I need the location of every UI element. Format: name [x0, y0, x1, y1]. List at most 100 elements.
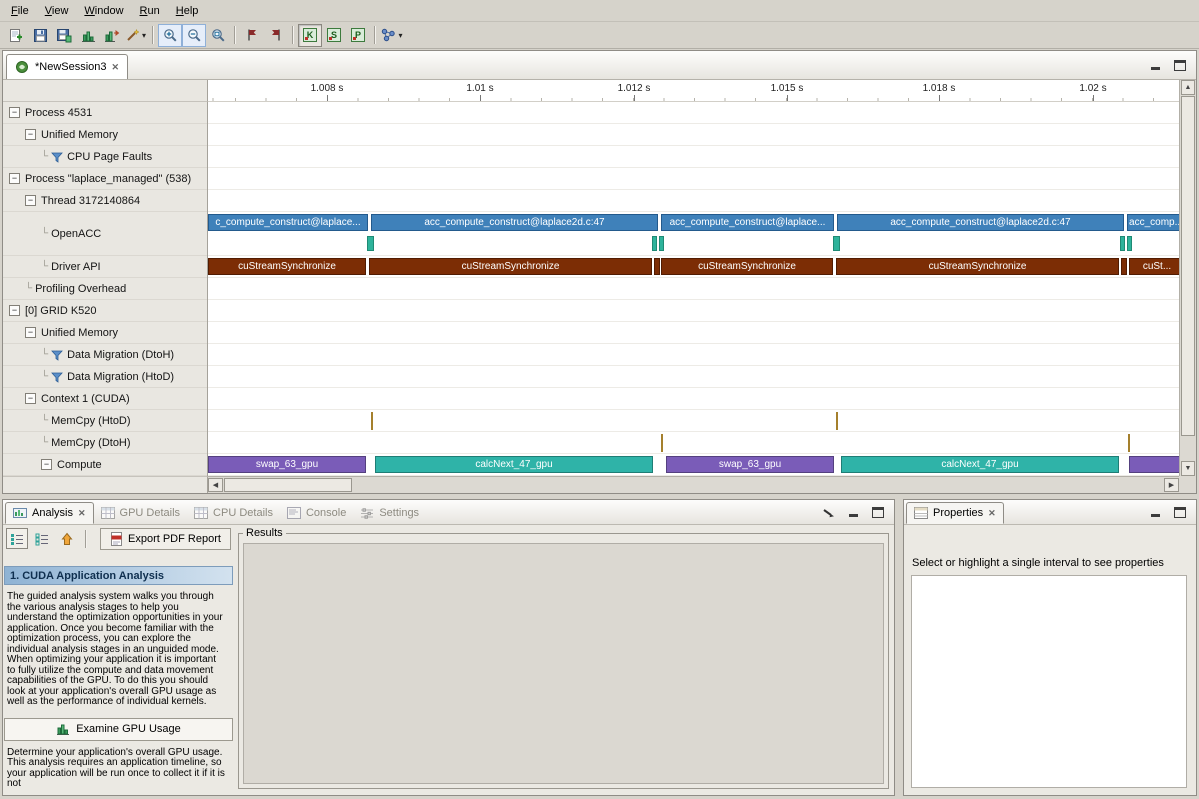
collapse-icon[interactable]: −	[25, 327, 36, 338]
tree-row-compute[interactable]: − Compute	[3, 454, 207, 476]
vertical-scrollbar[interactable]: ▲ ▼	[1179, 80, 1196, 476]
timeline-canvas[interactable]: c_compute_construct@laplace... acc_compu…	[208, 102, 1179, 476]
maximize-icon[interactable]	[1174, 60, 1186, 71]
tree-row-memcpy-htod[interactable]: └ MemCpy (HtoD)	[3, 410, 207, 432]
tree-row-data-migration-htod[interactable]: └ Data Migration (HtoD)	[3, 366, 207, 388]
tree-row-thread-3172140864[interactable]: − Thread 3172140864	[3, 190, 207, 212]
driver-api-interval[interactable]	[654, 258, 660, 275]
openacc-interval[interactable]: acc_compute_construct@laplace2d.c:47	[371, 214, 658, 231]
horizontal-scroll-thumb[interactable]	[224, 478, 352, 492]
filter-icon[interactable]	[51, 151, 63, 163]
kernel-interval[interactable]: swap_63_gpu	[208, 456, 366, 473]
kernel-interval[interactable]: calcNext_47_gpu	[375, 456, 653, 473]
tab-cpu-details[interactable]: CPU Details	[187, 502, 280, 524]
guided-mode-button[interactable]	[6, 528, 28, 549]
stream-highlight-toggle[interactable]: S	[322, 24, 346, 47]
export-pdf-button[interactable]: Export PDF Report	[100, 528, 231, 550]
export-report-button[interactable]	[100, 24, 124, 47]
scroll-down-icon[interactable]: ▼	[1181, 461, 1195, 476]
openacc-wait-interval[interactable]	[367, 236, 374, 251]
collapse-icon[interactable]: −	[9, 107, 20, 118]
driver-api-interval[interactable]: cuStreamSynchronize	[661, 258, 833, 275]
driver-api-interval[interactable]: cuStreamSynchronize	[208, 258, 366, 275]
openacc-interval[interactable]: c_compute_construct@laplace...	[208, 214, 368, 231]
tree-row-context-1-cuda[interactable]: − Context 1 (CUDA)	[3, 388, 207, 410]
tab-settings[interactable]: Settings	[353, 502, 426, 524]
tree-row-memcpy-dtoh[interactable]: └ MemCpy (DtoH)	[3, 432, 207, 454]
driver-api-interval[interactable]: cuStreamSynchronize	[836, 258, 1119, 275]
unguided-mode-button[interactable]	[31, 528, 53, 549]
scroll-up-icon[interactable]: ▲	[1181, 80, 1195, 95]
tree-row-driver-api[interactable]: └ Driver API	[3, 256, 207, 278]
tab-gpu-details[interactable]: GPU Details	[94, 502, 188, 524]
tree-row-openacc[interactable]: └ OpenACC	[3, 212, 207, 256]
kernel-interval[interactable]: swap_63_gpu	[666, 456, 834, 473]
tree-row-data-migration-dtoh[interactable]: └ Data Migration (DtoH)	[3, 344, 207, 366]
menu-window[interactable]: Window	[76, 2, 131, 20]
time-ruler[interactable]: 1.008 s 1.01 s 1.012 s 1.015 s 1.018 s 1…	[208, 80, 1179, 102]
configure-button[interactable]: ▾	[124, 24, 148, 47]
back-up-button[interactable]	[56, 528, 78, 549]
minimize-icon[interactable]	[1149, 507, 1162, 518]
memcpy-htod-interval[interactable]	[371, 412, 373, 430]
save-all-button[interactable]	[52, 24, 76, 47]
collapse-icon[interactable]: −	[25, 393, 36, 404]
openacc-wait-interval[interactable]	[1120, 236, 1125, 251]
maximize-icon[interactable]	[1174, 507, 1186, 518]
kernel-highlight-toggle[interactable]: K	[298, 24, 322, 47]
memcpy-dtoh-interval[interactable]	[1128, 434, 1130, 452]
examine-gpu-usage-button[interactable]: Examine GPU Usage	[4, 718, 233, 741]
openacc-wait-interval[interactable]	[833, 236, 840, 251]
zoom-in-button[interactable]	[158, 24, 182, 47]
driver-api-interval[interactable]	[1121, 258, 1127, 275]
save-button[interactable]	[28, 24, 52, 47]
openacc-wait-interval[interactable]	[652, 236, 657, 251]
process-highlight-toggle[interactable]: P	[346, 24, 370, 47]
tree-row-grid-k520[interactable]: − [0] GRID K520	[3, 300, 207, 322]
kernel-interval[interactable]: calcNext_47_gpu	[841, 456, 1119, 473]
collapse-icon[interactable]: −	[25, 195, 36, 206]
scroll-right-icon[interactable]: ▶	[1164, 478, 1179, 492]
zoom-out-button[interactable]	[182, 24, 206, 47]
close-icon[interactable]: ✕	[112, 62, 120, 73]
menu-file[interactable]: File	[3, 2, 37, 20]
filter-icon[interactable]	[51, 349, 63, 361]
new-session-button[interactable]	[4, 24, 28, 47]
timeline-report-button[interactable]	[76, 24, 100, 47]
driver-api-interval[interactable]: cuSt...	[1129, 258, 1179, 275]
next-marker-button[interactable]	[264, 24, 288, 47]
tree-row-unified-memory-2[interactable]: − Unified Memory	[3, 322, 207, 344]
memcpy-htod-interval[interactable]	[836, 412, 838, 430]
close-icon[interactable]: ✕	[78, 508, 86, 519]
tree-row-unified-memory-1[interactable]: − Unified Memory	[3, 124, 207, 146]
menu-help[interactable]: Help	[168, 2, 207, 20]
openacc-interval[interactable]: acc_comp...	[1127, 214, 1179, 231]
tree-row-profiling-overhead[interactable]: └ Profiling Overhead	[3, 278, 207, 300]
kernel-interval[interactable]	[1129, 456, 1179, 473]
driver-api-interval[interactable]: cuStreamSynchronize	[369, 258, 652, 275]
collapse-icon[interactable]: −	[41, 459, 52, 470]
menu-run[interactable]: Run	[132, 2, 168, 20]
prev-marker-button[interactable]	[240, 24, 264, 47]
zoom-fit-button[interactable]	[206, 24, 230, 47]
vertical-scroll-thumb[interactable]	[1181, 96, 1195, 436]
memcpy-dtoh-interval[interactable]	[661, 434, 663, 452]
tab-newsession3[interactable]: *NewSession3 ✕	[6, 54, 128, 79]
openacc-wait-interval[interactable]	[1127, 236, 1132, 251]
openacc-interval[interactable]: acc_compute_construct@laplace...	[661, 214, 834, 231]
minimize-icon[interactable]	[847, 507, 860, 518]
view-menu-icon[interactable]	[823, 508, 835, 518]
minimize-icon[interactable]	[1149, 60, 1162, 71]
filter-icon[interactable]	[51, 371, 63, 383]
collapse-icon[interactable]: −	[25, 129, 36, 140]
openacc-wait-interval[interactable]	[659, 236, 664, 251]
scroll-left-icon[interactable]: ◀	[208, 478, 223, 492]
tab-console[interactable]: Console	[280, 502, 353, 524]
maximize-icon[interactable]	[872, 507, 884, 518]
openacc-interval[interactable]: acc_compute_construct@laplace2d.c:47	[837, 214, 1124, 231]
collapse-icon[interactable]: −	[9, 305, 20, 316]
collapse-icon[interactable]: −	[9, 173, 20, 184]
tree-row-cpu-page-faults[interactable]: └ CPU Page Faults	[3, 146, 207, 168]
menu-view[interactable]: View	[37, 2, 77, 20]
close-icon[interactable]: ✕	[988, 508, 996, 519]
